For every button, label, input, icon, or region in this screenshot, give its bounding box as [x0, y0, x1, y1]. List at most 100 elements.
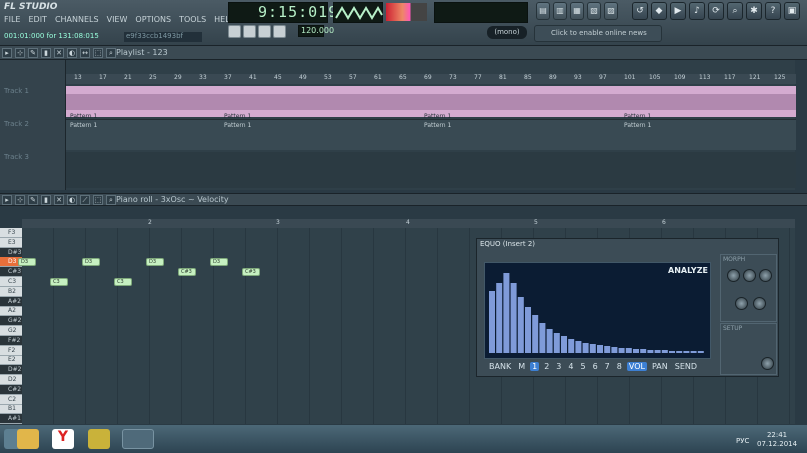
track-name[interactable]: Track 1	[4, 87, 29, 95]
midi-note[interactable]: D3	[210, 258, 228, 267]
piano-key[interactable]: B2	[0, 287, 22, 297]
mixer-shortcut-icon[interactable]: ▧	[587, 2, 601, 20]
send-button[interactable]: SEND	[673, 362, 699, 371]
piano-key[interactable]: A#2	[0, 296, 22, 307]
piano-key[interactable]: A2	[0, 306, 22, 317]
midi-note[interactable]: C3	[114, 278, 132, 286]
help-icon[interactable]: ?	[765, 2, 781, 20]
midi-note[interactable]: D3	[82, 258, 100, 267]
eq-knob[interactable]	[743, 269, 756, 282]
audio-clip-track-1[interactable]: Pattern 1 Pattern 1 Pattern 1 Pattern 1	[66, 86, 796, 120]
bank-button[interactable]: BANK	[487, 362, 513, 371]
equo-spectrum[interactable]	[484, 262, 711, 359]
eq-output-knob[interactable]	[753, 297, 766, 310]
mute-icon[interactable]: ◐	[67, 195, 77, 205]
piano-key[interactable]: D#2	[0, 365, 22, 376]
piano-key[interactable]: C#3	[0, 267, 22, 278]
undo-icon[interactable]: ↺	[632, 2, 648, 20]
piano-key[interactable]: F2	[0, 346, 22, 356]
piano-key[interactable]: G#2	[0, 316, 22, 327]
piano-key[interactable]: E2	[0, 355, 22, 366]
menu-edit[interactable]: EDIT	[28, 15, 46, 24]
piano-key[interactable]: E3	[0, 238, 22, 248]
delete-icon[interactable]: ✕	[54, 48, 64, 58]
yandex-browser-icon[interactable]: Y	[52, 429, 74, 449]
tempo-display[interactable]: 120.000	[298, 25, 334, 37]
select-icon[interactable]: ⬚	[93, 48, 103, 58]
morph-knob[interactable]	[759, 269, 772, 282]
snap-icon[interactable]: ⊹	[15, 48, 25, 58]
m-button[interactable]: M	[516, 362, 527, 371]
stop-button[interactable]	[258, 25, 271, 38]
piano-key[interactable]: D2	[0, 375, 22, 385]
piano-key[interactable]: C3	[0, 277, 22, 287]
piano-keyboard[interactable]: F3 E3 D#3 D3 C#3 C3 B2 A#2 A2 G#2 G2 F#2 F2 E2 D#2 D2 C#…	[0, 228, 22, 425]
render-icon[interactable]: ⟳	[708, 2, 724, 20]
band-5-button[interactable]: 5	[578, 362, 587, 371]
menu-channels[interactable]: CHANNELS	[55, 15, 99, 24]
menu-options[interactable]: OPTIONS	[135, 15, 171, 24]
browser-shortcut-icon[interactable]: ▨	[604, 2, 618, 20]
taskbar-clock[interactable]: 22:41 07.12.2014	[757, 431, 797, 449]
piano-roll-menu-icon[interactable]: ▸	[2, 195, 12, 205]
piano-key[interactable]: F3	[0, 228, 22, 238]
slice-icon[interactable]: ⟋	[80, 195, 90, 205]
menu-tools[interactable]: TOOLS	[179, 15, 206, 24]
brush-icon[interactable]: ▮	[41, 195, 51, 205]
midi-note[interactable]: C#3	[242, 268, 260, 277]
explorer-icon[interactable]	[17, 429, 39, 449]
search-icon[interactable]: ⌕	[727, 2, 743, 20]
mono-mode-select[interactable]: (mono)	[487, 26, 527, 39]
band-6-button[interactable]: 6	[591, 362, 600, 371]
slip-icon[interactable]: ↔	[80, 48, 90, 58]
piano-key[interactable]: A#1	[0, 414, 22, 425]
save-icon[interactable]: ◆	[651, 2, 667, 20]
band-2-button[interactable]: 2	[542, 362, 551, 371]
paint-icon[interactable]: ▮	[41, 48, 51, 58]
track-name[interactable]: Track 2	[4, 120, 29, 128]
play-button[interactable]	[243, 25, 256, 38]
pencil-icon[interactable]: ✎	[28, 48, 38, 58]
piano-key[interactable]: B1	[0, 404, 22, 415]
piano-key[interactable]: C2	[0, 395, 22, 405]
zoom-icon[interactable]: ⌕	[106, 195, 116, 205]
record-button[interactable]	[273, 25, 286, 38]
pattern-clip-track-2[interactable]: Pattern 1 Pattern 1 Pattern 1 Pattern 1	[66, 119, 796, 150]
magnet-icon[interactable]: ⊹	[15, 195, 25, 205]
band-8-button[interactable]: 8	[615, 362, 624, 371]
piano-roll-mode[interactable]: Velocity	[197, 195, 228, 204]
channel-rack-shortcut-icon[interactable]: ▦	[570, 2, 584, 20]
export-icon[interactable]: ▶	[670, 2, 686, 20]
pattern-selector[interactable]	[434, 2, 528, 23]
piano-roll-shortcut-icon[interactable]: ▥	[553, 2, 567, 20]
zoom-icon[interactable]: ⌕	[106, 48, 116, 58]
mix-knob[interactable]	[761, 357, 774, 370]
settings-icon[interactable]: ✱	[746, 2, 762, 20]
band-7-button[interactable]: 7	[603, 362, 612, 371]
mute-icon[interactable]: ◐	[67, 48, 77, 58]
playlist-menu-icon[interactable]: ▸	[2, 48, 12, 58]
midi-note[interactable]: D3	[146, 258, 164, 267]
band-4-button[interactable]: 4	[566, 362, 575, 371]
playlist-ruler[interactable]: 13 17 21 25 29 33 37 41 45 49 53 57 61 65 69 73 77 81 85 89…	[66, 74, 796, 84]
band-1-button[interactable]: 1	[530, 362, 540, 371]
piano-key[interactable]: C#2	[0, 384, 22, 395]
game-taskbar-icon[interactable]	[122, 429, 154, 449]
playlist-shortcut-icon[interactable]: ▤	[536, 2, 550, 20]
online-news-panel[interactable]: Click to enable online news	[534, 25, 662, 42]
select-icon[interactable]: ⬚	[93, 195, 103, 205]
pattern-song-toggle[interactable]	[228, 25, 241, 38]
language-indicator[interactable]: РУС	[736, 437, 749, 445]
midi-note[interactable]: C3	[50, 278, 68, 286]
menu-view[interactable]: VIEW	[107, 15, 128, 24]
shift-knob[interactable]	[727, 269, 740, 282]
cpu-icon[interactable]: ▣	[784, 2, 800, 20]
smooth-knob[interactable]	[735, 297, 748, 310]
pan-button[interactable]: PAN	[650, 362, 670, 371]
band-3-button[interactable]: 3	[554, 362, 563, 371]
midi-note[interactable]: D3	[18, 258, 36, 267]
midi-icon[interactable]: ♪	[689, 2, 705, 20]
piano-roll-ruler[interactable]: 2 3 4 5 6	[22, 219, 795, 228]
pencil-icon[interactable]: ✎	[28, 195, 38, 205]
midi-note[interactable]: C#3	[178, 268, 196, 277]
